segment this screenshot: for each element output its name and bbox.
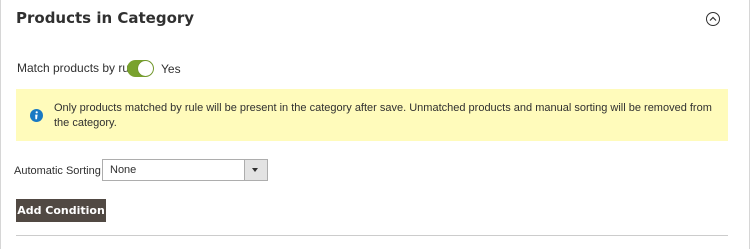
section-divider [16,235,728,236]
add-condition-button[interactable]: Add Condition [16,199,106,222]
toggle-state-text: Yes [161,62,181,76]
match-products-by-rule-label: Match products by rule [17,61,139,75]
info-icon [30,109,43,122]
products-in-category-panel: Products in Category Match products by r… [0,0,750,249]
collapse-section-button[interactable] [705,11,721,27]
automatic-sorting-value: None [110,164,137,176]
dropdown-toggle[interactable] [244,160,267,180]
match-products-by-rule-toggle[interactable] [127,60,154,77]
triangle-down-icon [252,168,258,172]
automatic-sorting-label: Automatic Sorting [14,165,101,177]
chevron-up-circle-icon [706,12,720,26]
notice-text: Only products matched by rule will be pr… [54,102,712,129]
panel-left-border [0,0,1,249]
section-title: Products in Category [16,9,195,27]
automatic-sorting-select[interactable]: None [102,159,268,181]
toggle-knob [138,61,153,76]
